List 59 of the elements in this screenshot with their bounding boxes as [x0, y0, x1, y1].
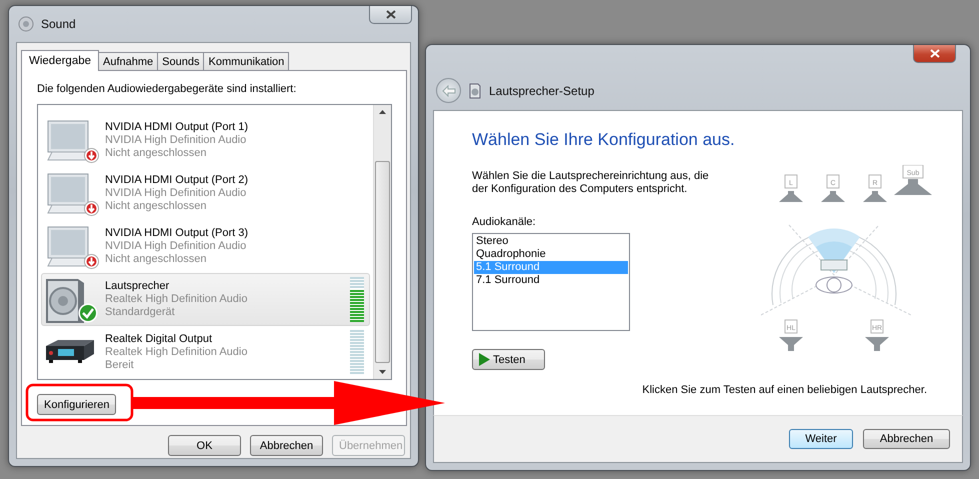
device-status: Standardgerät — [105, 306, 176, 319]
instruction-text: Die folgenden Audiowiedergabegeräte sind installiert: — [37, 83, 298, 97]
speaker-icon — [469, 82, 481, 98]
tab[interactable]: Wiedergabe — [21, 50, 100, 71]
test-button[interactable]: Testen — [472, 349, 545, 370]
channel-option[interactable]: 7.1 Surround — [474, 274, 628, 287]
play-icon — [479, 353, 490, 366]
device-status: Nicht angeschlossen — [105, 253, 208, 266]
speaker-icon[interactable] — [779, 337, 803, 351]
device-name: NVIDIA HDMI Output (Port 3) — [105, 227, 250, 240]
tab[interactable]: Aufnahme — [98, 52, 158, 70]
back-arrow-icon — [442, 84, 456, 96]
back-button[interactable] — [436, 78, 461, 103]
dialog-button[interactable]: Abbrechen — [250, 435, 323, 456]
dialog-button[interactable]: Abbrechen — [863, 429, 950, 449]
close-button[interactable] — [369, 6, 412, 24]
speaker-icon[interactable] — [865, 337, 889, 351]
close-icon — [930, 49, 940, 58]
channel-option[interactable]: Quadrophonie — [474, 248, 628, 261]
device-name: Realtek Digital Output — [105, 333, 213, 346]
device-name: NVIDIA HDMI Output (Port 1) — [105, 121, 250, 134]
close-icon — [386, 10, 396, 19]
scroll-thumb[interactable] — [375, 161, 390, 363]
device-status: Nicht angeschlossen — [105, 147, 208, 160]
device-item[interactable]: Lautsprecher Realtek High Definition Audio Standardgerät — [41, 273, 370, 326]
device-item[interactable]: NVIDIA HDMI Output (Port 1) NVIDIA High Definition Audio Nicht angeschlossen — [41, 114, 370, 167]
speaker-icon — [18, 16, 34, 32]
device-item[interactable]: NVIDIA HDMI Output (Port 3) NVIDIA High Definition Audio Nicht angeschlossen — [41, 220, 370, 273]
tab[interactable]: Sounds — [157, 52, 204, 70]
channel-option[interactable]: Stereo — [474, 235, 628, 248]
configure-button[interactable]: Konfigurieren — [37, 394, 116, 415]
window-title: Sound — [41, 17, 76, 31]
device-driver: NVIDIA High Definition Audio — [105, 134, 248, 147]
device-driver: Realtek High Definition Audio — [105, 346, 248, 359]
scrollbar[interactable] — [373, 105, 391, 379]
device-item[interactable]: Realtek Digital Output Realtek High Definition Audio Bereit — [41, 326, 370, 379]
device-name: NVIDIA HDMI Output (Port 2) — [105, 174, 250, 187]
tab[interactable]: Kommunikation — [203, 52, 290, 70]
device-status: Bereit — [105, 359, 135, 372]
page-heading: Wählen Sie Ihre Konfiguration aus. — [472, 130, 736, 151]
device-driver: Realtek High Definition Audio — [105, 293, 248, 306]
description-text: der Konfiguration des Computers entspricht. — [472, 183, 688, 196]
level-meter — [350, 330, 364, 375]
device-status: Nicht angeschlossen — [105, 200, 208, 213]
close-button[interactable] — [913, 45, 956, 63]
speaker-icon[interactable] — [821, 191, 845, 202]
dialog-button[interactable]: Weiter — [789, 429, 853, 449]
speaker-icon[interactable] — [863, 191, 887, 202]
speaker-icon[interactable] — [894, 179, 932, 195]
hint-text: Klicken Sie zum Testen auf einen beliebigen Lautsprecher. — [641, 384, 928, 396]
speaker-icon[interactable] — [779, 191, 803, 202]
device-name: Lautsprecher — [105, 280, 170, 293]
device-item[interactable]: NVIDIA HDMI Output (Port 2) NVIDIA High Definition Audio Nicht angeschlossen — [41, 167, 370, 220]
dialog-button[interactable]: OK — [168, 435, 241, 456]
device-driver: NVIDIA High Definition Audio — [105, 240, 248, 253]
window-title: Lautsprecher-Setup — [489, 84, 594, 98]
channels-label: Audiokanäle: — [472, 216, 536, 228]
device-driver: NVIDIA High Definition Audio — [105, 187, 248, 200]
description-text: Wählen Sie die Lautsprechereinrichtung aus, die — [472, 170, 709, 183]
